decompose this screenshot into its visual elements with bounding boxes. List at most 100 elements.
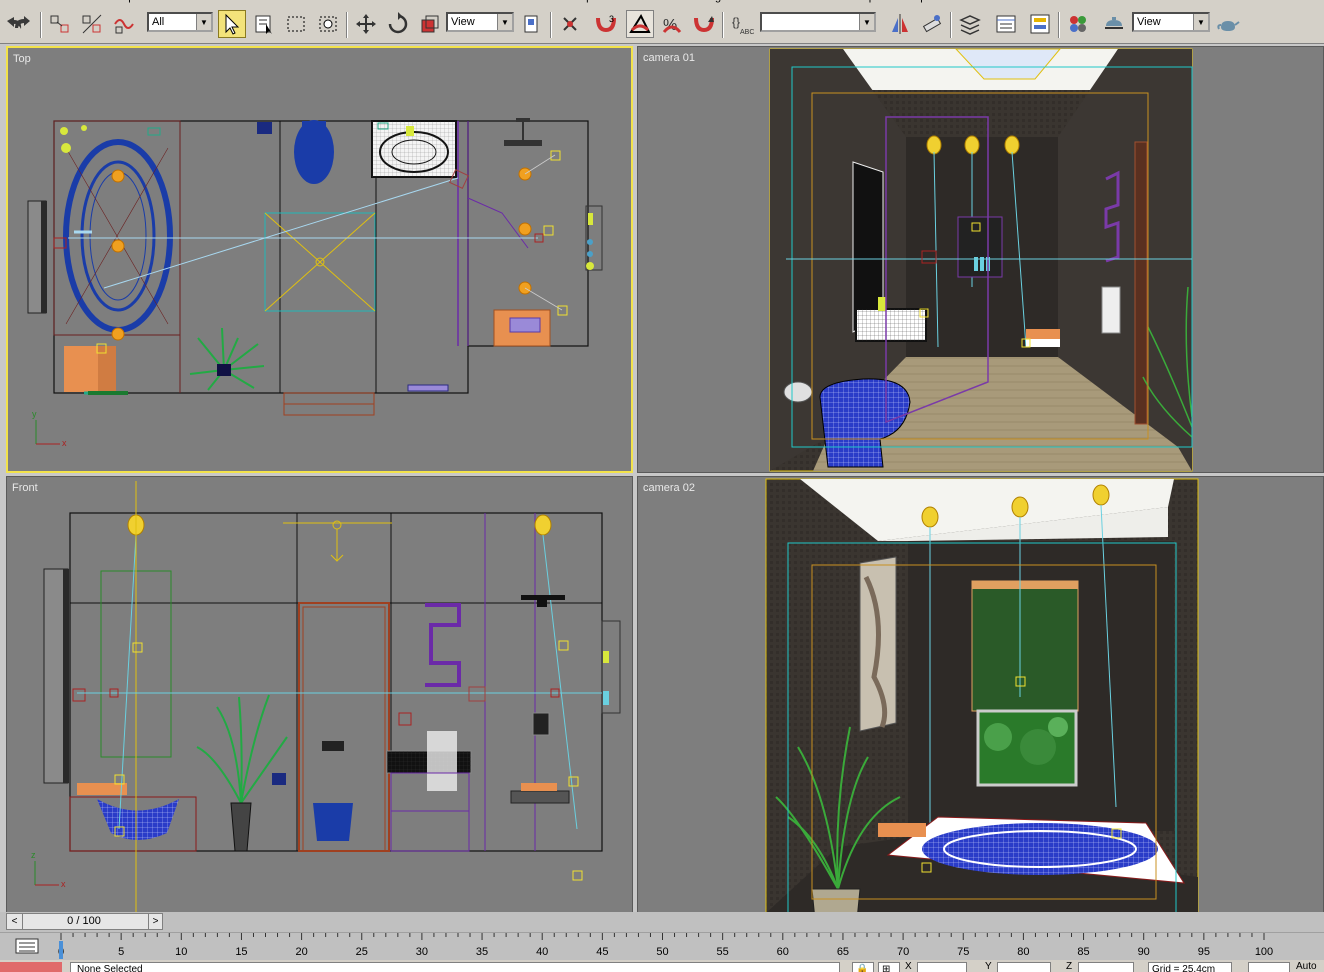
scale-icon[interactable] bbox=[416, 10, 444, 38]
quick-render-teapot-icon[interactable] bbox=[1214, 10, 1242, 38]
status-bar: None Selected 🔒 ⊞ X Y Z Grid = 25.4cm Au… bbox=[0, 960, 1324, 972]
viewport-camera-02[interactable]: camera 02 bbox=[637, 476, 1324, 914]
svg-text:{}: {} bbox=[732, 15, 740, 29]
current-frame-marker[interactable] bbox=[59, 941, 63, 959]
angle-snap-toggle-icon[interactable] bbox=[626, 10, 654, 38]
svg-text:x: x bbox=[61, 879, 66, 889]
edit-named-selection-icon[interactable]: {} ABC bbox=[728, 10, 756, 38]
frame-tick-label: 65 bbox=[837, 946, 849, 958]
top-view-scene: y x bbox=[27, 118, 603, 448]
y-label: Y bbox=[985, 961, 992, 972]
time-slider-track[interactable]: < 0 / 100 > bbox=[6, 913, 163, 930]
auto-key-label[interactable]: Auto bbox=[1296, 961, 1317, 972]
frame-tick-label: 35 bbox=[476, 946, 488, 958]
maxscript-listener-mini[interactable] bbox=[0, 962, 62, 972]
menu-item-modifiers[interactable]: Modifiers bbox=[269, 0, 314, 3]
chevron-down-icon: ▼ bbox=[196, 14, 211, 30]
move-icon[interactable] bbox=[352, 10, 380, 38]
frame-tick-label: 85 bbox=[1077, 946, 1089, 958]
selection-filter-value: All bbox=[152, 16, 165, 28]
frame-tick-label: 90 bbox=[1138, 946, 1150, 958]
track-bar[interactable]: 0510152025303540455055606570758085909510… bbox=[0, 932, 1324, 960]
menu-item-reactor[interactable]: reactor bbox=[425, 0, 459, 3]
viewport-label-front[interactable]: Front bbox=[12, 482, 38, 494]
viewport-label-camera02[interactable]: camera 02 bbox=[643, 482, 695, 494]
next-frame-button[interactable]: > bbox=[148, 914, 162, 929]
absolute-mode-icon[interactable]: ⊞ bbox=[878, 962, 900, 972]
menu-item-character[interactable]: Character bbox=[347, 0, 395, 3]
render-type-dropdown[interactable]: View ▼ bbox=[1132, 12, 1210, 32]
layer-manager-icon[interactable] bbox=[956, 10, 984, 38]
select-by-name-icon[interactable] bbox=[250, 10, 278, 38]
frame-tick-label: 50 bbox=[656, 946, 668, 958]
menu-item-graph-editors[interactable]: Graph Editors bbox=[568, 0, 636, 3]
y-coordinate-field[interactable] bbox=[997, 962, 1051, 972]
svg-text:x: x bbox=[62, 438, 67, 448]
curve-editor-icon[interactable] bbox=[992, 10, 1020, 38]
front-view-scene: z x bbox=[31, 481, 621, 913]
rectangular-selection-icon[interactable] bbox=[282, 10, 310, 38]
menu-item-group[interactable]: Group bbox=[104, 0, 135, 3]
reference-coordinate-dropdown[interactable]: View ▼ bbox=[446, 12, 514, 32]
spinner-snap-icon[interactable] bbox=[690, 10, 718, 38]
menu-item-edit[interactable]: Edit bbox=[4, 0, 23, 3]
menu-item-rendering[interactable]: Rendering bbox=[670, 0, 721, 3]
frame-tick-label: 70 bbox=[897, 946, 909, 958]
frame-tick-label: 20 bbox=[295, 946, 307, 958]
material-editor-icon[interactable] bbox=[1064, 10, 1092, 38]
viewport-label-top[interactable]: Top bbox=[13, 53, 31, 65]
bind-to-space-warp-icon[interactable] bbox=[110, 10, 138, 38]
percent-snap-icon[interactable]: % bbox=[658, 10, 686, 38]
auto-key-button[interactable] bbox=[1248, 962, 1290, 972]
frame-tick-label: 100 bbox=[1255, 946, 1273, 958]
pivot-center-icon[interactable] bbox=[518, 10, 546, 38]
redo-icon[interactable] bbox=[7, 10, 35, 38]
viewport-front[interactable]: Front z x bbox=[6, 476, 633, 914]
menu-item-create[interactable]: Create bbox=[210, 0, 243, 3]
frame-tick-label: 30 bbox=[416, 946, 428, 958]
render-scene-icon[interactable] bbox=[1100, 10, 1128, 38]
time-slider-position: 0 / 100 bbox=[67, 915, 101, 927]
selection-filter-dropdown[interactable]: All ▼ bbox=[147, 12, 213, 32]
select-object-button[interactable] bbox=[218, 10, 246, 38]
frame-ruler[interactable]: 0510152025303540455055606570758085909510… bbox=[57, 933, 1324, 961]
viewport-top[interactable]: Top y x bbox=[6, 46, 633, 473]
schematic-view-icon[interactable] bbox=[1026, 10, 1054, 38]
lock-selection-icon[interactable]: 🔒 bbox=[852, 962, 874, 972]
reference-coordinate-value: View bbox=[451, 16, 475, 28]
x-label: X bbox=[905, 961, 912, 972]
select-and-manipulate-icon[interactable] bbox=[556, 10, 584, 38]
frame-tick-label: 15 bbox=[235, 946, 247, 958]
align-icon[interactable] bbox=[918, 10, 946, 38]
menu-item-tools[interactable]: Tools bbox=[51, 0, 77, 3]
menu-item-maxscript[interactable]: MAXScript bbox=[826, 0, 878, 3]
chevron-down-icon: ▼ bbox=[1193, 14, 1208, 30]
named-selection-dropdown[interactable]: ▼ bbox=[760, 12, 876, 32]
snaps-toggle-icon[interactable]: 3 bbox=[592, 10, 620, 38]
frame-tick-label: 25 bbox=[356, 946, 368, 958]
frame-tick-label: 5 bbox=[118, 946, 124, 958]
z-coordinate-field[interactable] bbox=[1078, 962, 1134, 972]
chevron-down-icon: ▼ bbox=[859, 14, 874, 30]
mirror-icon[interactable] bbox=[886, 10, 914, 38]
unlink-selection-icon[interactable] bbox=[78, 10, 106, 38]
menu-item-animation[interactable]: Animation bbox=[490, 0, 539, 3]
time-slider[interactable]: < 0 / 100 > bbox=[0, 912, 1324, 932]
previous-frame-button[interactable]: < bbox=[7, 914, 23, 929]
grid-spacing: Grid = 25.4cm bbox=[1148, 962, 1232, 972]
menu-item-help[interactable]: Help bbox=[904, 0, 927, 3]
mini-curve-editor-icon[interactable] bbox=[14, 937, 40, 955]
viewport-label-camera01[interactable]: camera 01 bbox=[643, 52, 695, 64]
camera02-render bbox=[765, 478, 1199, 913]
frame-tick-label: 10 bbox=[175, 946, 187, 958]
x-coordinate-field[interactable] bbox=[917, 962, 967, 972]
menu-item-customize[interactable]: Customize bbox=[748, 0, 800, 3]
window-crossing-icon[interactable] bbox=[314, 10, 342, 38]
menu-item-views[interactable]: Views bbox=[157, 0, 186, 3]
frame-tick-label: 60 bbox=[777, 946, 789, 958]
select-and-link-icon[interactable] bbox=[46, 10, 74, 38]
main-toolbar: All ▼ View ▼ 3 % {} ABC ▼ View ▼ bbox=[0, 4, 1324, 44]
viewport-camera-01[interactable]: camera 01 bbox=[637, 46, 1324, 473]
rotate-icon[interactable] bbox=[384, 10, 412, 38]
z-label: Z bbox=[1066, 961, 1073, 972]
